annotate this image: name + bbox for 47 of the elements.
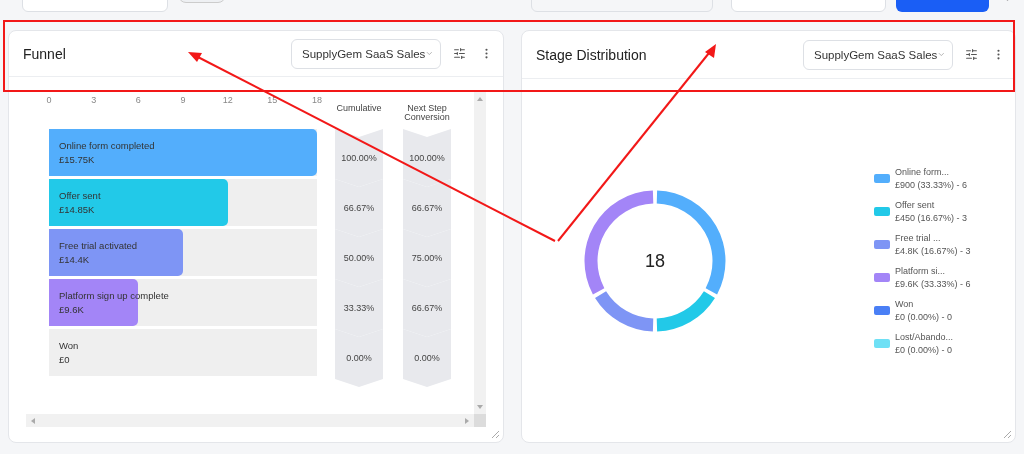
stage-amount: £0 bbox=[59, 354, 71, 365]
legend-label: Platform si... bbox=[895, 265, 946, 276]
legend-label: Lost/Abando... bbox=[895, 331, 954, 342]
legend-detail: £9.6K (33.33%) - 6 bbox=[895, 278, 971, 289]
cumulative-value: 0.00% bbox=[335, 329, 383, 387]
stage-name: Online form completed bbox=[59, 140, 156, 151]
data-source-dropdown[interactable]: SupplyGem SaaS Sales bbox=[291, 38, 441, 69]
stage-name: Free trial activated bbox=[59, 240, 139, 251]
axis-tick-label: 6 bbox=[135, 95, 141, 105]
widget-title: Stage Distribution bbox=[536, 46, 648, 63]
legend-detail: £0 (0.00%) - 0 bbox=[895, 311, 953, 322]
axis-tick-label: 3 bbox=[91, 95, 97, 105]
axis-tick-label: 18 bbox=[312, 95, 322, 105]
stage-amount: £9.6K bbox=[59, 304, 85, 315]
horizontal-scrollbar[interactable] bbox=[26, 414, 474, 427]
legend-detail: £450 (16.67%) - 3 bbox=[895, 212, 968, 223]
conversion-value: 0.00% bbox=[403, 329, 451, 387]
legend-detail: £0 (0.00%) - 0 bbox=[895, 344, 954, 355]
stage-amount: £14.85K bbox=[59, 204, 96, 215]
stage-name: Won bbox=[59, 340, 80, 351]
axis-tick-label: 9 bbox=[180, 95, 186, 105]
resize-handle-icon[interactable] bbox=[491, 430, 500, 439]
legend-label: Free trial ... bbox=[895, 232, 942, 243]
filter-settings-icon[interactable] bbox=[451, 45, 468, 62]
scroll-arrow-icon[interactable] bbox=[477, 404, 483, 410]
legend-label: Offer sent bbox=[895, 199, 936, 210]
scroll-arrow-icon[interactable] bbox=[477, 96, 483, 102]
legend-label: Won bbox=[895, 298, 915, 309]
scroll-arrow-icon[interactable] bbox=[30, 417, 36, 424]
donut-total: 18 bbox=[645, 250, 665, 271]
axis-tick-label: 12 bbox=[222, 95, 233, 105]
legend-detail: £4.8K (16.67%) - 3 bbox=[895, 245, 971, 256]
widget-title: Funnel bbox=[23, 45, 67, 62]
filter-settings-icon[interactable] bbox=[963, 46, 980, 63]
vertical-scrollbar[interactable] bbox=[474, 92, 486, 414]
stage-name: Offer sent bbox=[59, 190, 102, 201]
column-header: Cumulative bbox=[335, 102, 383, 115]
legend-detail: £900 (33.33%) - 6 bbox=[895, 179, 968, 190]
stage-name: Platform sign up complete bbox=[59, 290, 170, 301]
scrollbar-corner bbox=[474, 414, 486, 427]
stage-amount: £14.4K bbox=[59, 254, 91, 265]
resize-handle-icon[interactable] bbox=[1003, 430, 1012, 439]
stage-amount: £15.75K bbox=[59, 154, 96, 165]
data-source-dropdown[interactable]: SupplyGem SaaS Sales bbox=[803, 39, 953, 70]
axis-tick-label: 0 bbox=[46, 95, 52, 105]
legend-label: Online form... bbox=[895, 166, 951, 177]
column-header: Next Step Conversion bbox=[403, 102, 451, 125]
